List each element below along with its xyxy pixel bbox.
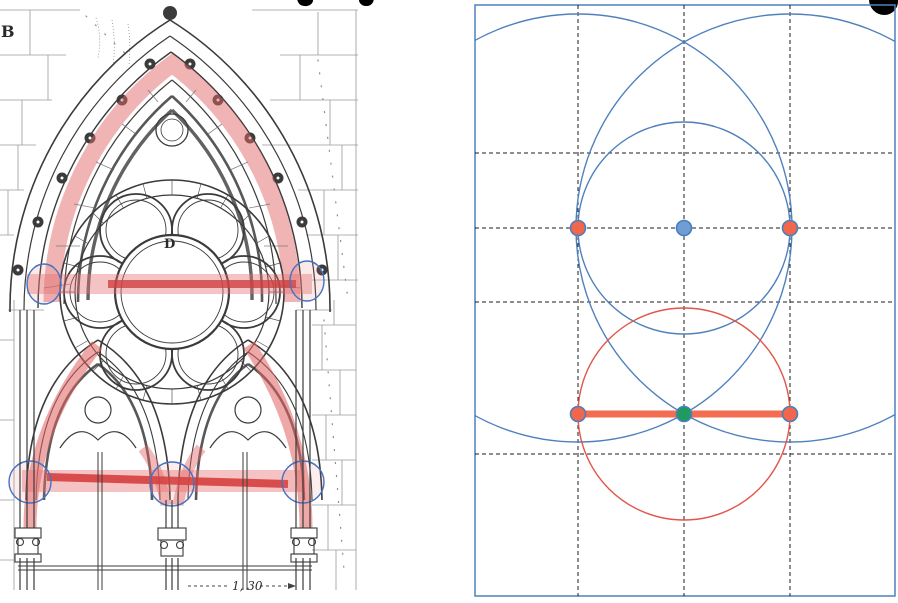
- lower-center-intersection-point: [677, 407, 692, 422]
- dimension-label: 1, 30: [232, 579, 263, 593]
- upper-left-ellipse: [27, 264, 61, 304]
- upper-left-springing-point: [571, 221, 586, 236]
- corner-label: B: [1, 22, 15, 41]
- rose-center-label: D: [164, 237, 175, 252]
- upper-right-springing-point: [783, 221, 798, 236]
- upper-right-ellipse: [290, 261, 324, 301]
- dimension-annotation: 1, 30: [188, 579, 296, 593]
- diagram-frame: [475, 5, 895, 596]
- engraving-panel: D: [0, 0, 470, 603]
- figure-page: { "figure": { "description": "Two-panel …: [0, 0, 898, 603]
- upper-highlight-band: [27, 274, 312, 294]
- lower-left-ellipse: [9, 461, 51, 503]
- lower-right-point: [783, 407, 798, 422]
- lower-center-ellipse: [150, 462, 194, 506]
- dashed-grid: [475, 5, 895, 596]
- lower-left-point: [571, 407, 586, 422]
- construction-panel: [470, 0, 898, 603]
- gothic-window-engraving: D: [0, 0, 470, 603]
- spandrel-circle: [156, 114, 188, 146]
- sketch-streaks: [96, 18, 130, 66]
- dimension-arrow: [288, 583, 296, 589]
- geometric-construction-diagram: [470, 0, 898, 603]
- upper-center-point: [677, 221, 692, 236]
